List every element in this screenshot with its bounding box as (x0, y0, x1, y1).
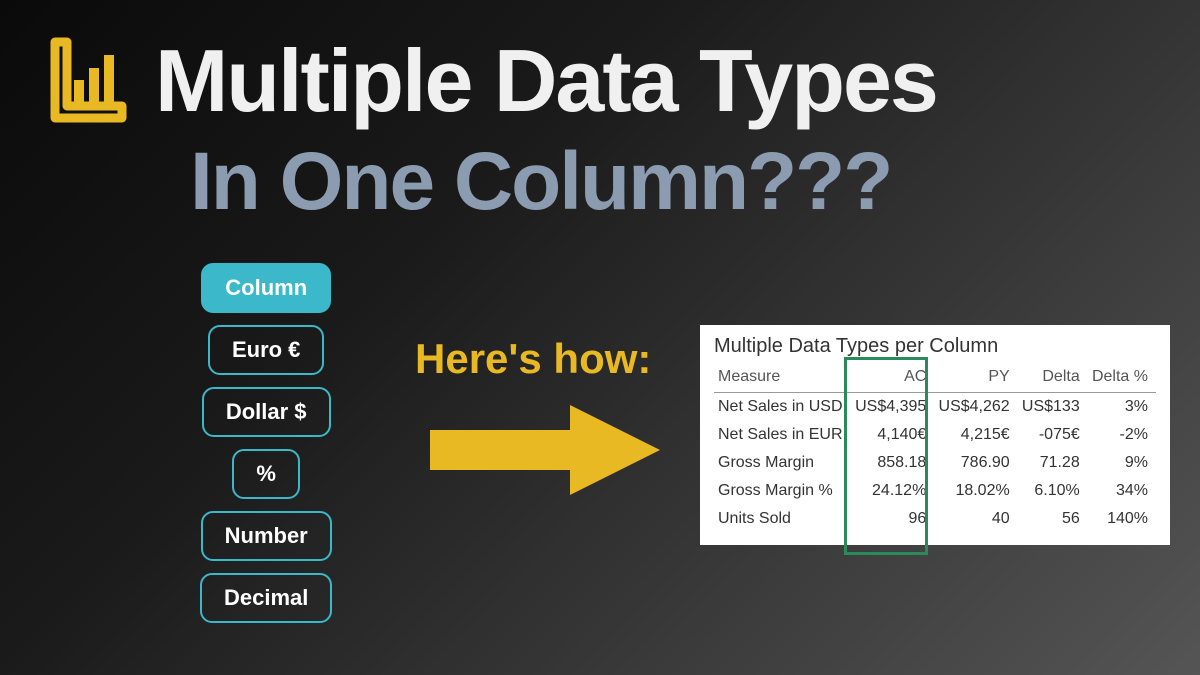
chip-dollar: Dollar $ (202, 387, 331, 437)
table-row: Net Sales in USD US$4,395 US$4,262 US$13… (714, 393, 1156, 422)
cell-delta: US$133 (1018, 393, 1088, 422)
heres-how-label: Here's how: (415, 335, 651, 383)
chip-number: Number (201, 511, 332, 561)
cell-delta-pct: 9% (1088, 449, 1156, 477)
table-title: Multiple Data Types per Column (714, 335, 1156, 358)
cell-py: 18.02% (934, 477, 1017, 505)
cell-measure: Gross Margin % (714, 477, 851, 505)
cell-delta: 6.10% (1018, 477, 1088, 505)
cell-ac: 4,140€ (851, 421, 934, 449)
cell-delta-pct: 3% (1088, 393, 1156, 422)
cell-py: 786.90 (934, 449, 1017, 477)
cell-py: 40 (934, 505, 1017, 533)
chip-column: Column (201, 263, 331, 313)
table-row: Units Sold 96 40 56 140% (714, 505, 1156, 533)
col-header-py: PY (934, 364, 1017, 393)
cell-delta-pct: 34% (1088, 477, 1156, 505)
powerbi-logo-icon (30, 30, 130, 130)
table-row: Gross Margin % 24.12% 18.02% 6.10% 34% (714, 477, 1156, 505)
cell-ac: 24.12% (851, 477, 934, 505)
cell-ac: 96 (851, 505, 934, 533)
cell-delta: 71.28 (1018, 449, 1088, 477)
arrow-right-icon (420, 395, 670, 505)
cell-py: US$4,262 (934, 393, 1017, 422)
cell-ac: US$4,395 (851, 393, 934, 422)
cell-measure: Net Sales in EUR (714, 421, 851, 449)
title-main: Multiple Data Types (155, 30, 937, 132)
cell-ac: 858.18 (851, 449, 934, 477)
cell-delta: -075€ (1018, 421, 1088, 449)
cell-py: 4,215€ (934, 421, 1017, 449)
cell-measure: Units Sold (714, 505, 851, 533)
cell-delta-pct: 140% (1088, 505, 1156, 533)
chip-decimal: Decimal (200, 573, 332, 623)
col-header-delta-pct: Delta % (1088, 364, 1156, 393)
cell-delta-pct: -2% (1088, 421, 1156, 449)
col-header-measure: Measure (714, 364, 851, 393)
chip-euro: Euro € (208, 325, 324, 375)
data-table: Measure AC PY Delta Delta % Net Sales in… (714, 364, 1156, 533)
cell-delta: 56 (1018, 505, 1088, 533)
data-table-card: Multiple Data Types per Column Measure A… (700, 325, 1170, 545)
table-row: Net Sales in EUR 4,140€ 4,215€ -075€ -2% (714, 421, 1156, 449)
title-sub: In One Column??? (190, 135, 891, 229)
cell-measure: Net Sales in USD (714, 393, 851, 422)
datatype-chip-list: Column Euro € Dollar $ % Number Decimal (200, 263, 332, 623)
col-header-delta: Delta (1018, 364, 1088, 393)
table-row: Gross Margin 858.18 786.90 71.28 9% (714, 449, 1156, 477)
cell-measure: Gross Margin (714, 449, 851, 477)
chip-percent: % (232, 449, 300, 499)
col-header-ac: AC (851, 364, 934, 393)
